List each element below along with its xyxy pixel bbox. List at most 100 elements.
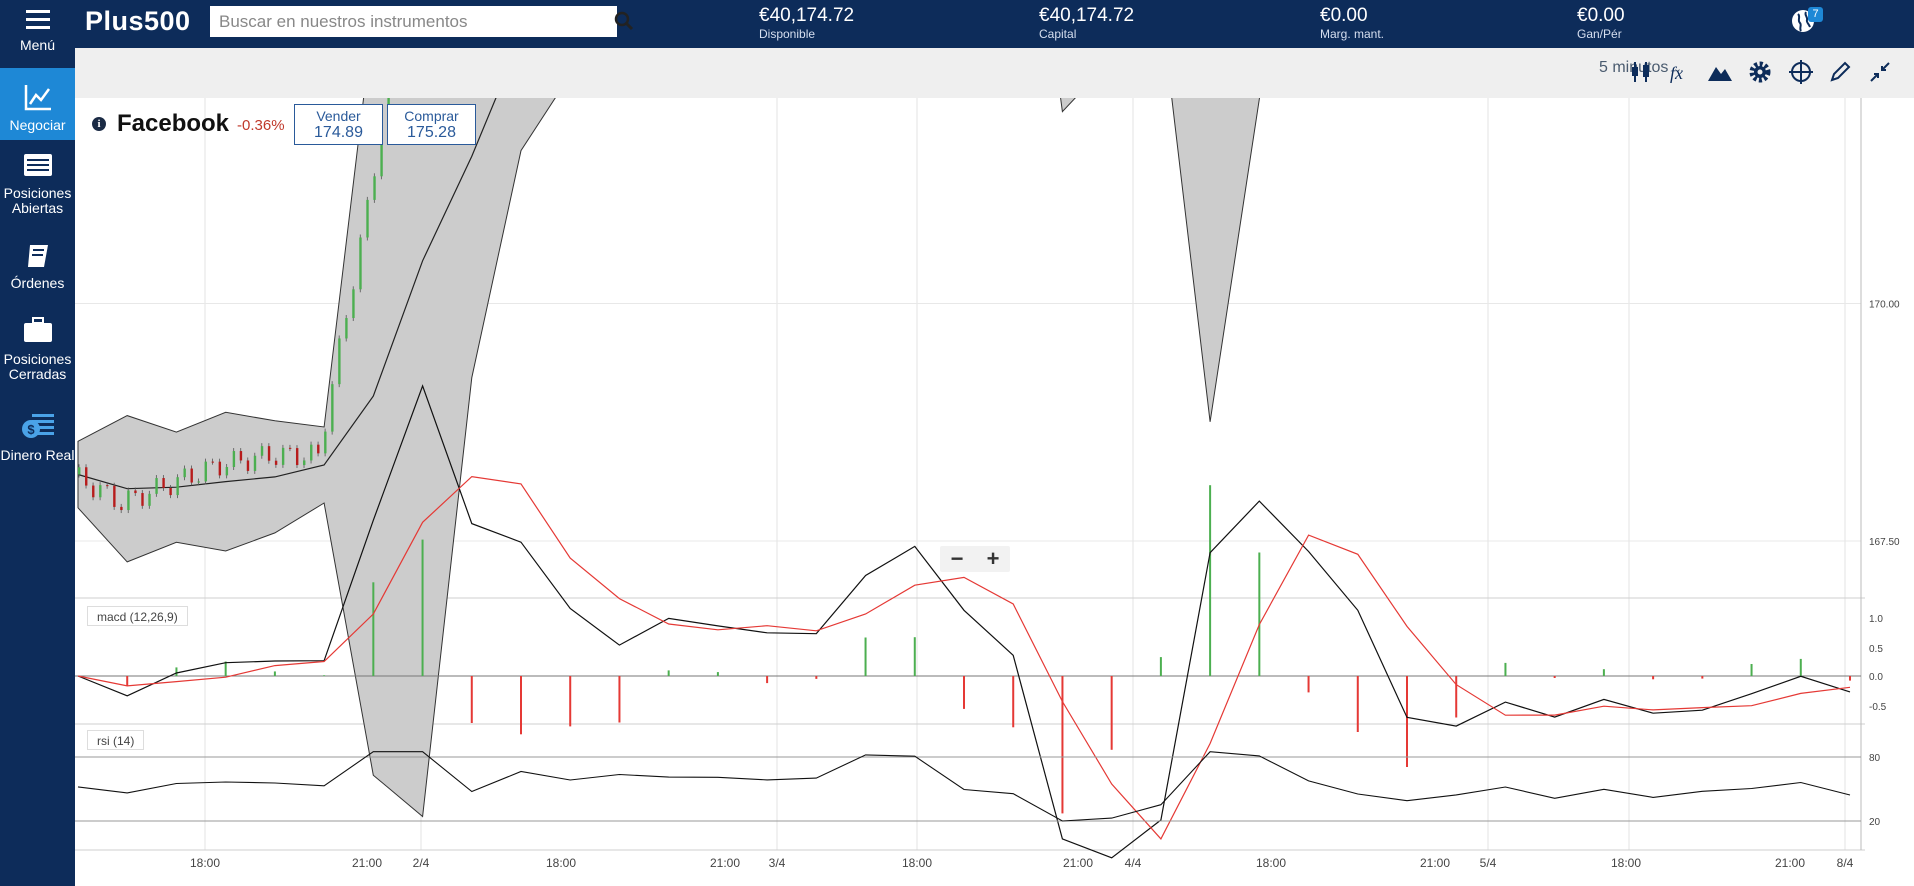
candle xyxy=(253,455,257,471)
candle xyxy=(78,467,81,475)
macd-histogram-bar xyxy=(766,676,769,684)
function-icon[interactable]: fx xyxy=(1667,59,1693,85)
pencil-icon[interactable] xyxy=(1827,59,1853,85)
x-tick-label: 18:00 xyxy=(902,856,932,870)
candle xyxy=(359,237,362,290)
notification-badge: 7 xyxy=(1808,7,1823,22)
macd-histogram-bar xyxy=(1750,664,1753,676)
line-chart-icon xyxy=(24,85,51,111)
macd-histogram-bar xyxy=(569,676,572,727)
macd-histogram-bar xyxy=(667,670,670,676)
candle xyxy=(218,461,222,476)
candle xyxy=(141,493,144,506)
macd-histogram-bar xyxy=(1209,485,1212,676)
x-tick-label: 5/4 xyxy=(1480,856,1497,870)
candle xyxy=(169,487,172,496)
sidebar-item-label: Posiciones Cerradas xyxy=(3,351,72,382)
macd-histogram-bar xyxy=(864,637,867,676)
candle xyxy=(303,460,306,466)
x-tick-label: 3/4 xyxy=(769,856,786,870)
candle xyxy=(267,446,271,461)
macd-label[interactable]: macd (12,26,9) xyxy=(87,606,188,626)
candle xyxy=(127,490,130,511)
macd-histogram-bar xyxy=(1652,676,1655,680)
sell-label: Vender xyxy=(316,108,361,124)
rsi-line xyxy=(77,751,1851,822)
candle xyxy=(204,461,207,482)
x-tick-label: 18:00 xyxy=(546,856,576,870)
macd-histogram-bar xyxy=(913,637,916,676)
candle xyxy=(246,460,250,471)
candle xyxy=(225,467,229,476)
macd-tick-label: 1.0 xyxy=(1869,614,1883,625)
candle xyxy=(331,384,334,432)
info-icon[interactable]: i xyxy=(92,117,106,131)
candle xyxy=(155,478,158,494)
macd-histogram-bar xyxy=(1258,552,1261,676)
sidebar-item-dinero-real[interactable]: $ Dinero Real xyxy=(0,410,75,470)
zoom-in-button[interactable]: + xyxy=(976,546,1010,572)
x-tick-label: 21:00 xyxy=(1420,856,1450,870)
macd-histogram-bar xyxy=(175,667,178,676)
x-tick-label: 18:00 xyxy=(1256,856,1286,870)
x-tick-label: 18:00 xyxy=(1611,856,1641,870)
candle xyxy=(345,318,348,339)
candlestick-icon[interactable] xyxy=(1628,59,1654,85)
sidebar-item-ordenes[interactable]: Órdenes xyxy=(0,242,75,298)
instrument-change: -0.36% xyxy=(237,117,285,134)
sidebar-item-menu[interactable]: Menú xyxy=(0,6,75,62)
crosshair-icon[interactable] xyxy=(1788,59,1814,85)
chart-toolbar: 5 minutos ⌄ fx xyxy=(75,48,1914,98)
macd-histogram-bar xyxy=(1159,657,1162,676)
rsi-tick-label: 80 xyxy=(1869,753,1881,764)
candle xyxy=(120,506,123,511)
hamburger-icon xyxy=(25,10,50,29)
macd-histogram-bar xyxy=(470,676,473,723)
price-chart[interactable]: Cotización de venta vigente174.89177.501… xyxy=(75,98,1914,886)
macd-histogram-bar xyxy=(963,676,965,709)
macd-histogram-bar xyxy=(1701,676,1704,679)
collapse-icon[interactable] xyxy=(1867,59,1893,85)
gear-icon[interactable] xyxy=(1747,59,1773,85)
account-value: €0.00 xyxy=(1577,5,1625,26)
candle xyxy=(211,461,215,463)
account-capital: €40,174.72 Capital xyxy=(1039,5,1134,41)
sidebar-item-posiciones-cerradas[interactable]: Posiciones Cerradas xyxy=(0,316,75,386)
account-label: Capital xyxy=(1039,27,1077,41)
svg-text:fx: fx xyxy=(1670,63,1683,83)
search-icon[interactable] xyxy=(613,10,635,32)
sidebar-item-negociar[interactable]: Negociar xyxy=(0,68,75,140)
sell-button[interactable]: Vender 174.89 xyxy=(294,104,383,145)
account-pnl: €0.00 Gan/Pér xyxy=(1577,5,1625,41)
candle xyxy=(366,199,369,238)
macd-histogram-bar xyxy=(520,676,522,735)
mountain-chart-icon[interactable] xyxy=(1707,59,1733,85)
candle xyxy=(232,451,236,468)
macd-histogram-bar xyxy=(224,661,227,676)
candle xyxy=(274,460,278,465)
zoom-out-button[interactable]: − xyxy=(940,546,974,572)
macd-histogram-bar xyxy=(1110,676,1113,750)
account-value: €40,174.72 xyxy=(1039,5,1135,26)
search-input[interactable] xyxy=(210,6,617,37)
candle xyxy=(176,477,179,496)
macd-histogram-bar xyxy=(1799,658,1802,676)
sidebar-item-label: Órdenes xyxy=(10,275,65,291)
macd-tick-label: 0.5 xyxy=(1869,644,1883,655)
rsi-label[interactable]: rsi (14) xyxy=(87,730,145,750)
plus500-logo: Plus500 xyxy=(85,6,191,36)
rsi-tick-label: 20 xyxy=(1869,817,1881,828)
sell-price: 174.89 xyxy=(314,124,363,141)
x-tick-label: 21:00 xyxy=(1063,856,1093,870)
macd-histogram-bar xyxy=(618,676,621,723)
macd-histogram-bar xyxy=(1504,662,1507,676)
macd-histogram-bar xyxy=(323,675,326,676)
macd-histogram-bar xyxy=(1406,676,1408,767)
account-label: Gan/Pér xyxy=(1577,27,1622,41)
sidebar-item-posiciones-abiertas[interactable]: Posiciones Abiertas xyxy=(0,152,75,222)
y-tick-label: 170.00 xyxy=(1869,300,1900,311)
buy-button[interactable]: Comprar 175.28 xyxy=(387,104,476,145)
candle xyxy=(99,485,102,498)
x-tick-label: 8/4 xyxy=(1837,856,1854,870)
sidebar: Menú Negociar Posiciones Abiertas Órdene… xyxy=(0,0,75,886)
